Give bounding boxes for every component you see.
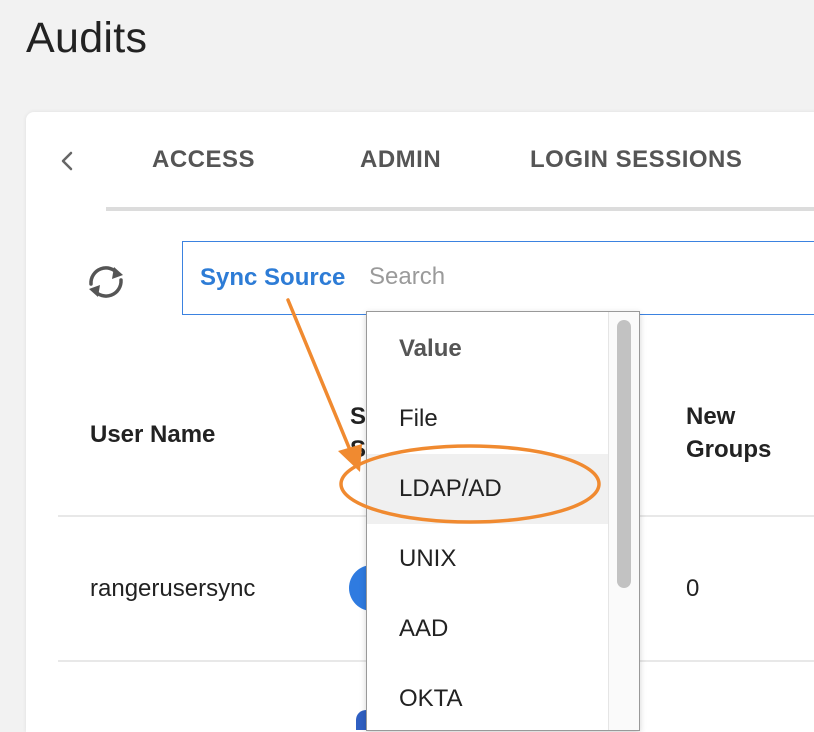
chevron-left-icon — [61, 151, 73, 171]
col-header-new-groups-line1: New — [686, 403, 736, 430]
col-header-new-groups-line2: Groups — [686, 436, 772, 463]
search-input[interactable] — [367, 256, 771, 298]
dropdown-scrollbar[interactable] — [608, 312, 639, 730]
tab-admin[interactable]: ADMIN — [360, 146, 441, 174]
dropdown-header: Value — [399, 335, 462, 362]
page-title: Audits — [26, 14, 148, 62]
dropdown-option-ldap-ad[interactable]: LDAP/AD — [367, 454, 609, 524]
tab-login-sessions[interactable]: LOGIN SESSIONS — [530, 146, 742, 174]
refresh-button[interactable] — [80, 256, 132, 308]
col-header-user-name[interactable]: User Name — [90, 418, 215, 451]
tab-access[interactable]: ACCESS — [152, 146, 255, 174]
dropdown-option-aad[interactable]: AAD — [367, 594, 609, 664]
cell-user-name: rangerusersync — [90, 575, 256, 602]
dropdown-option-okta[interactable]: OKTA — [367, 664, 609, 730]
tab-scroll-left-button[interactable] — [56, 144, 78, 178]
search-filter-chip[interactable]: Sync Source — [200, 264, 345, 292]
dropdown-option-file[interactable]: File — [367, 384, 609, 454]
dropdown-scrollbar-thumb[interactable] — [617, 320, 631, 588]
dropdown-option-unix[interactable]: UNIX — [367, 524, 609, 594]
sync-source-dropdown[interactable]: Value File LDAP/AD UNIX AAD OKTA — [366, 311, 640, 731]
cell-new-groups: 0 — [686, 575, 700, 602]
tabs-divider — [106, 207, 814, 211]
refresh-icon — [89, 266, 123, 298]
search-box[interactable]: Sync Source — [182, 241, 814, 315]
col-header-new-groups[interactable]: New Groups — [686, 400, 771, 466]
